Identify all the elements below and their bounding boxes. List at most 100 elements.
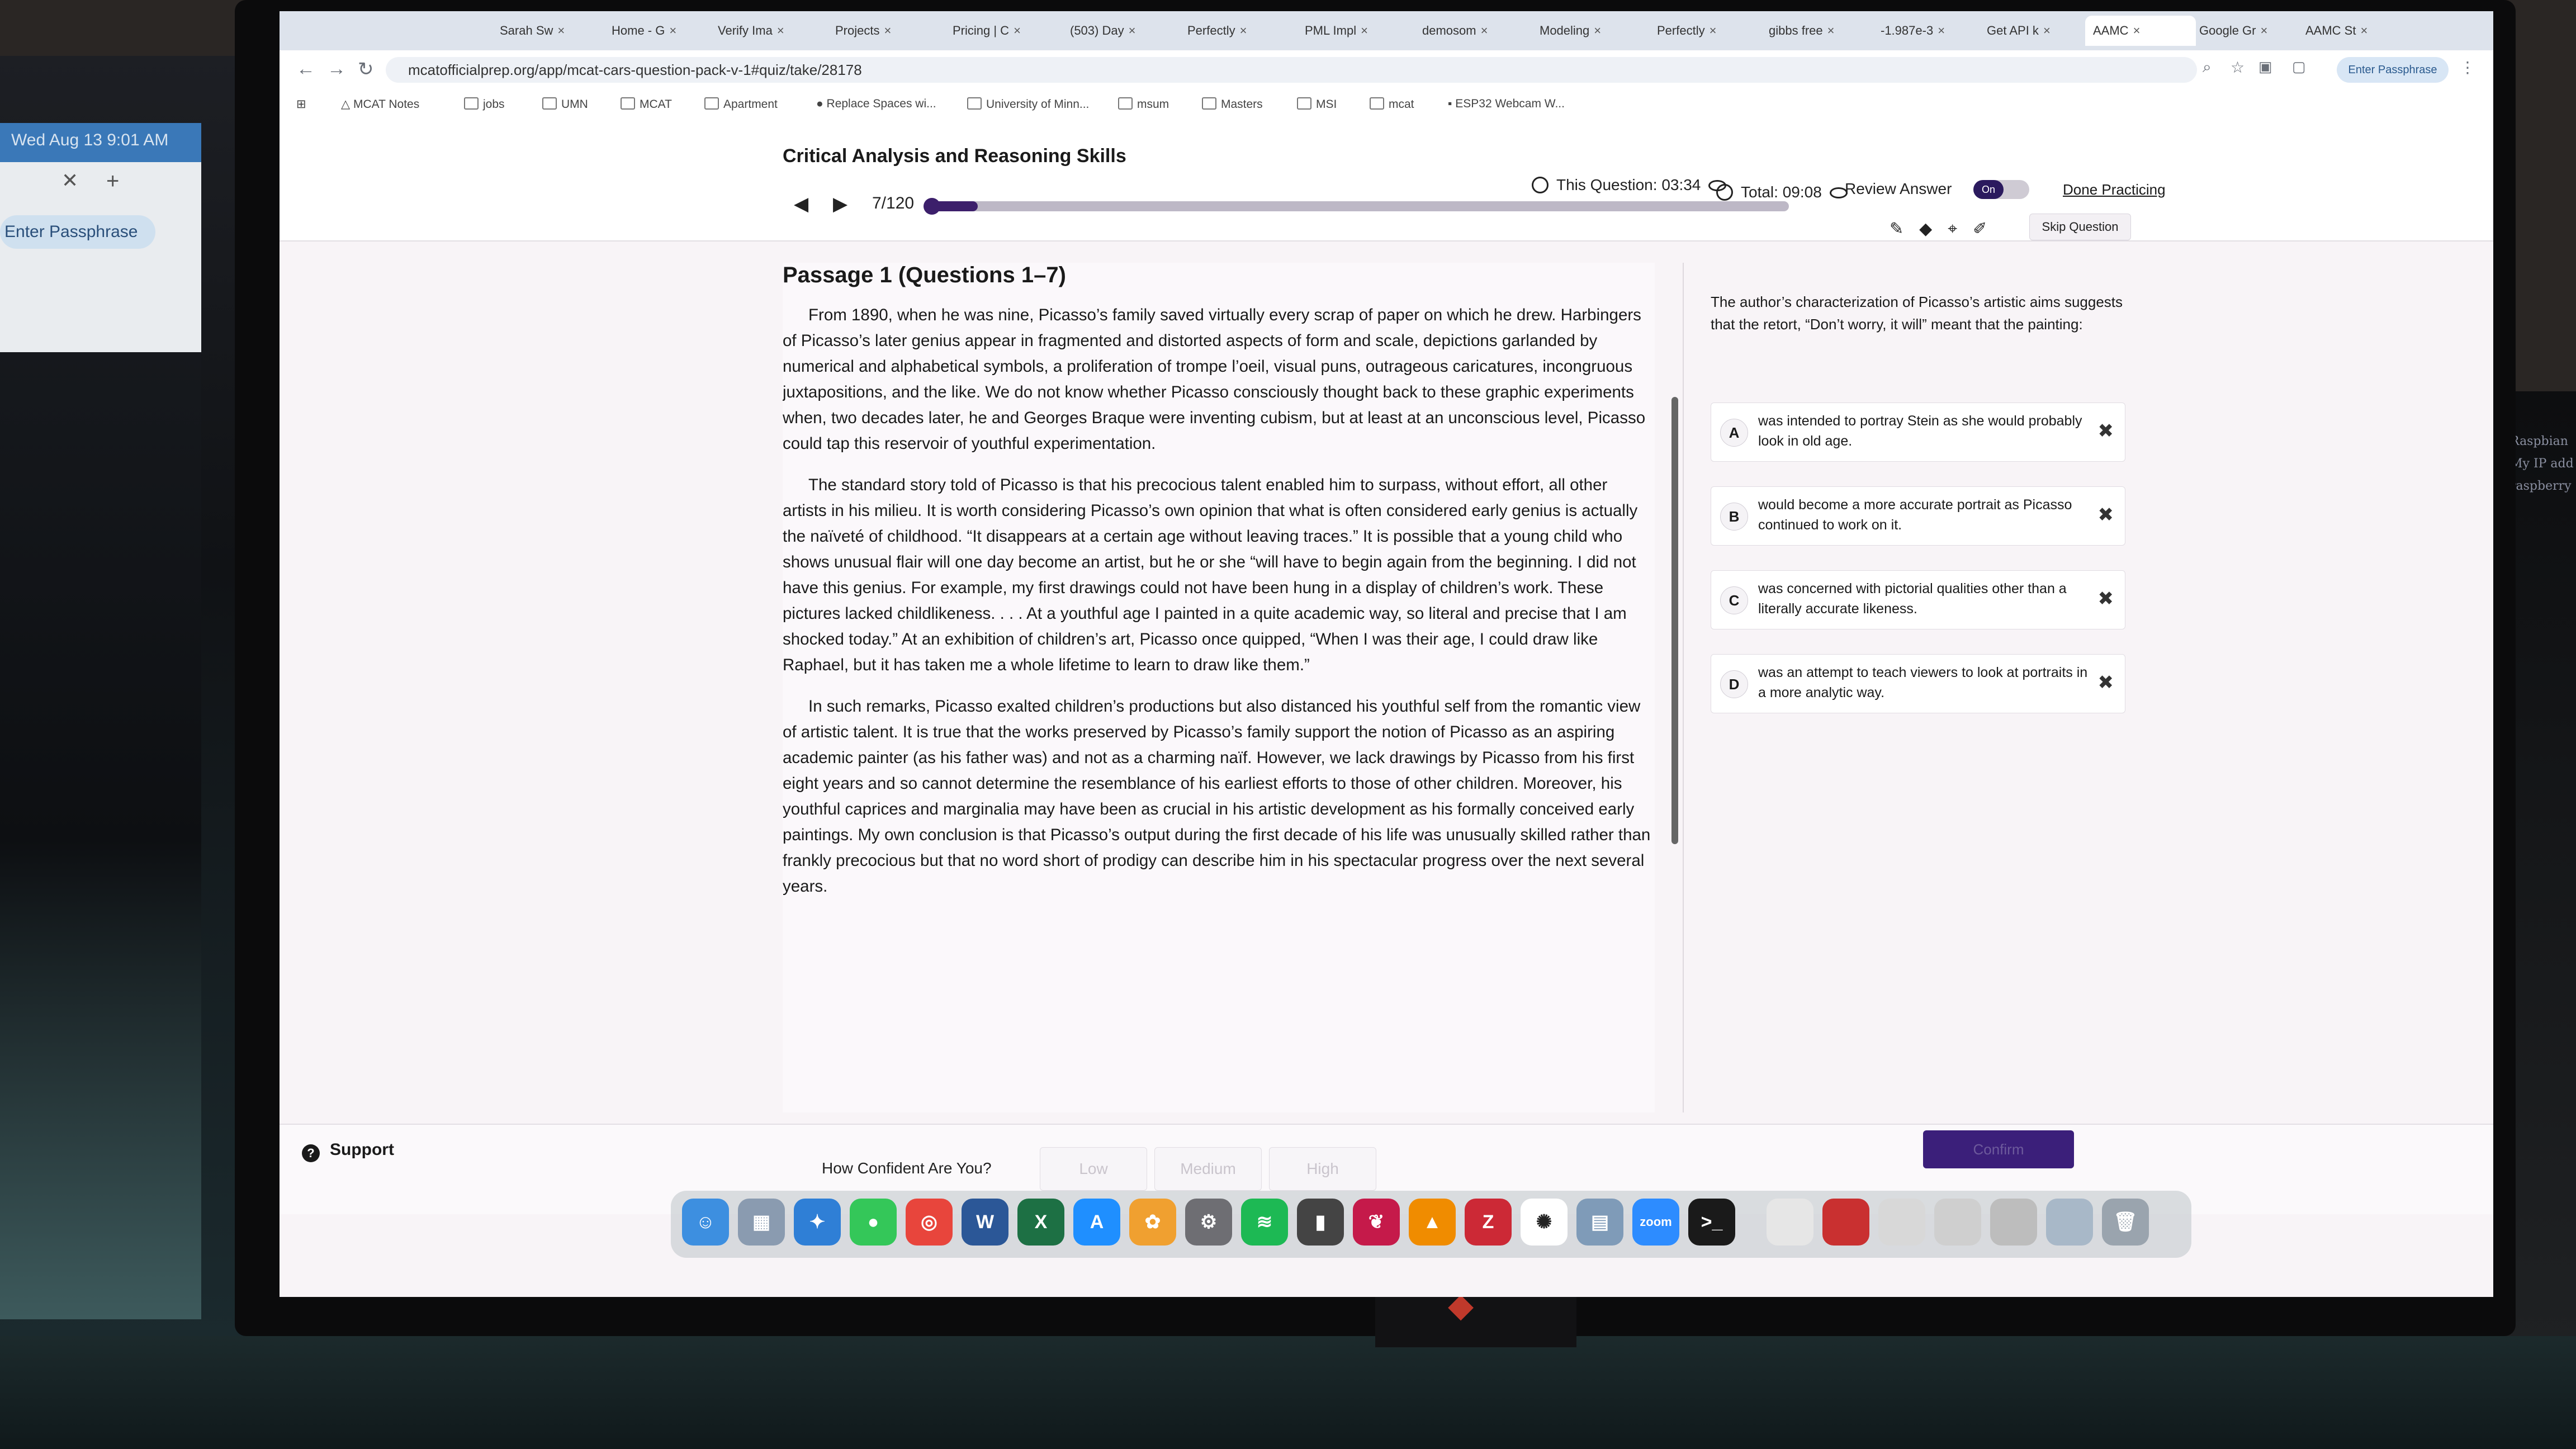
document-icon[interactable] xyxy=(1767,1199,1813,1246)
answer-choice-d[interactable]: D was an attempt to teach viewers to loo… xyxy=(1711,654,2125,713)
prev-question-icon[interactable]: ◀ xyxy=(794,193,808,215)
tab-calc[interactable]: -1.987e-3 × xyxy=(1873,16,1983,46)
raspberry-pi-icon[interactable]: ❦ xyxy=(1353,1199,1400,1246)
review-answer-toggle[interactable]: On xyxy=(1973,180,2029,199)
tab-aamc-st[interactable]: AAMC St × xyxy=(2298,16,2408,46)
strike-icon[interactable]: ⌖ xyxy=(1948,220,1973,238)
close-icon[interactable]: × xyxy=(1129,23,1136,37)
left-passphrase-button[interactable]: Enter Passphrase xyxy=(0,215,155,249)
launchpad-icon[interactable]: ▦ xyxy=(738,1199,785,1246)
tab-projects[interactable]: Projects × xyxy=(827,16,949,46)
close-icon[interactable]: × xyxy=(669,23,676,37)
extensions-icon[interactable]: ▣ xyxy=(2258,58,2272,75)
strikeout-x-icon[interactable]: ✖ xyxy=(2098,504,2114,526)
forward-icon[interactable]: → xyxy=(327,58,346,80)
chrome-icon[interactable]: ◎ xyxy=(906,1199,953,1246)
word-icon[interactable]: W xyxy=(962,1199,1008,1246)
trash-icon[interactable]: 🗑 xyxy=(2102,1199,2149,1246)
confidence-high-button[interactable]: High xyxy=(1269,1147,1376,1191)
zotero-icon[interactable]: Z xyxy=(1465,1199,1512,1246)
close-icon[interactable]: × xyxy=(777,23,784,37)
close-icon[interactable]: × xyxy=(1827,23,1835,37)
tab-youtube[interactable]: (503) Day × xyxy=(1062,16,1184,46)
back-icon[interactable]: ← xyxy=(296,58,315,80)
tab-pml[interactable]: PML Impl × xyxy=(1297,16,1419,46)
notes-icon[interactable]: ▮ xyxy=(1297,1199,1344,1246)
close-icon[interactable]: × xyxy=(1481,23,1488,37)
pencil-icon[interactable]: ✐ xyxy=(1973,220,2002,238)
bookmark-mcat-notes[interactable]: △ MCAT Notes xyxy=(341,97,419,111)
close-icon[interactable]: × xyxy=(1014,23,1021,37)
close-icon[interactable]: × xyxy=(1361,23,1368,37)
skip-question-button[interactable]: Skip Question xyxy=(2029,214,2131,240)
close-icon[interactable]: × xyxy=(1710,23,1717,37)
close-icon[interactable]: × xyxy=(1240,23,1247,37)
bookmark-star-icon[interactable]: ☆ xyxy=(2231,58,2244,77)
strikeout-x-icon[interactable]: ✖ xyxy=(2098,588,2114,610)
bookmark-university[interactable]: University of Minn... xyxy=(967,97,1089,111)
reload-icon[interactable]: ↻ xyxy=(358,58,374,80)
downloads-icon[interactable] xyxy=(2046,1199,2093,1246)
vlc-icon[interactable]: ▲ xyxy=(1409,1199,1456,1246)
answer-choice-a[interactable]: A was intended to portray Stein as she w… xyxy=(1711,402,2125,462)
close-icon[interactable]: × xyxy=(884,23,891,37)
tab-home[interactable]: Home - G × xyxy=(604,16,714,46)
bookmark-esp32[interactable]: ▪ ESP32 Webcam W... xyxy=(1448,97,1565,111)
tab-demosom[interactable]: demosom × xyxy=(1414,16,1536,46)
tab-perfectly-2[interactable]: Perfectly × xyxy=(1649,16,1765,46)
bookmark-mcat[interactable]: MCAT xyxy=(621,97,672,111)
system-settings-icon[interactable]: ⚙ xyxy=(1185,1199,1232,1246)
plus-icon[interactable]: + xyxy=(106,169,119,194)
bookmark-umn[interactable]: UMN xyxy=(542,97,588,111)
profile-passphrase-button[interactable]: Enter Passphrase xyxy=(2337,57,2449,83)
bookmark-masters[interactable]: Masters xyxy=(1202,97,1263,111)
folder-stack-icon[interactable] xyxy=(1822,1199,1869,1246)
chatgpt-icon[interactable]: ✺ xyxy=(1521,1199,1568,1246)
apps-grid-icon[interactable]: ⊞ xyxy=(296,97,306,111)
close-icon[interactable]: × xyxy=(2261,23,2268,37)
zoom-app-icon[interactable]: zoom xyxy=(1632,1199,1679,1246)
spotify-icon[interactable]: ≋ xyxy=(1241,1199,1288,1246)
answer-choice-c[interactable]: C was concerned with pictorial qualities… xyxy=(1711,570,2125,629)
answer-choice-b[interactable]: B would become a more accurate portrait … xyxy=(1711,486,2125,546)
file-icon[interactable] xyxy=(1878,1199,1925,1246)
bookmark-mcat-2[interactable]: mcat xyxy=(1370,97,1414,111)
preview-icon[interactable]: ▤ xyxy=(1576,1199,1623,1246)
tab-modeling[interactable]: Modeling × xyxy=(1532,16,1654,46)
confidence-low-button[interactable]: Low xyxy=(1040,1147,1147,1191)
app-store-icon[interactable]: A xyxy=(1073,1199,1120,1246)
bookmark-jobs[interactable]: jobs xyxy=(464,97,505,111)
file-icon[interactable] xyxy=(1934,1199,1981,1246)
close-icon[interactable]: × xyxy=(2043,23,2051,37)
bookmark-msi[interactable]: MSI xyxy=(1297,97,1337,111)
strikeout-x-icon[interactable]: ✖ xyxy=(2098,671,2114,694)
close-icon[interactable]: × xyxy=(557,23,565,37)
sidepanel-icon[interactable]: ▢ xyxy=(2292,58,2306,75)
excel-icon[interactable]: X xyxy=(1017,1199,1064,1246)
strikeout-x-icon[interactable]: ✖ xyxy=(2098,420,2114,442)
terminal-icon[interactable]: >_ xyxy=(1688,1199,1735,1246)
finder-icon[interactable]: ☺ xyxy=(682,1199,729,1246)
zoom-icon[interactable]: ⌕ xyxy=(2203,58,2212,77)
close-icon[interactable]: ✕ xyxy=(61,169,78,192)
next-question-icon[interactable]: ▶ xyxy=(833,193,847,215)
bookmark-replace-spaces[interactable]: ● Replace Spaces wi... xyxy=(816,97,936,111)
tab-google[interactable]: Google Gr × xyxy=(2191,16,2302,46)
confirm-button[interactable]: Confirm xyxy=(1923,1130,2074,1168)
photos-icon[interactable]: ✿ xyxy=(1129,1199,1176,1246)
tab-aamc-active[interactable]: AAMC × xyxy=(2085,16,2196,46)
close-icon[interactable]: × xyxy=(2133,23,2141,37)
safari-icon[interactable]: ✦ xyxy=(794,1199,841,1246)
eraser-icon[interactable]: ◆ xyxy=(1919,220,1948,238)
close-icon[interactable]: × xyxy=(1938,23,1945,37)
tab-gibbs[interactable]: gibbs free × xyxy=(1761,16,1877,46)
tab-api[interactable]: Get API k × xyxy=(1979,16,2090,46)
tab-sarah[interactable]: Sarah Sw × xyxy=(492,16,608,46)
passage-scrollbar[interactable] xyxy=(1671,397,1678,844)
highlighter-icon[interactable]: ✎ xyxy=(1890,220,1919,238)
menu-kebab-icon[interactable]: ⋮ xyxy=(2460,58,2475,77)
confidence-medium-button[interactable]: Medium xyxy=(1154,1147,1262,1191)
screenshot-icon[interactable] xyxy=(1990,1199,2037,1246)
close-icon[interactable]: × xyxy=(1594,23,1601,37)
url-field[interactable]: mcatofficialprep.org/app/mcat-cars-quest… xyxy=(386,57,2197,83)
